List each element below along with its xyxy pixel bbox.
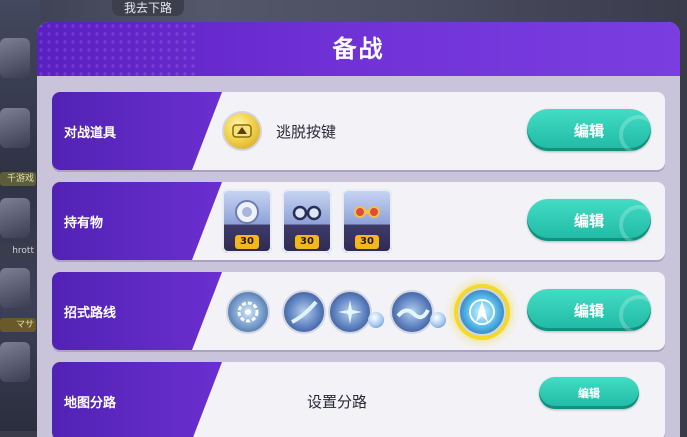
move-upgrade-orb-icon bbox=[430, 312, 446, 328]
edit-button-label: 编辑 bbox=[573, 301, 604, 320]
pokeball-icon bbox=[619, 205, 651, 241]
edit-move-route-button[interactable]: 编辑 bbox=[527, 289, 651, 331]
player-name-chip: マサ bbox=[0, 318, 36, 332]
row-label: 持有物 bbox=[64, 215, 104, 231]
player-avatar bbox=[0, 342, 30, 382]
lane-value: 设置分路 bbox=[307, 393, 368, 411]
row-label: 地图分路 bbox=[64, 395, 117, 411]
item-level-badge: 30 bbox=[235, 235, 259, 249]
battle-item-name: 逃脱按键 bbox=[276, 123, 337, 141]
held-item-slot[interactable]: 30 bbox=[222, 189, 272, 253]
item-level-badge: 30 bbox=[355, 235, 379, 249]
edit-button-label: 编辑 bbox=[578, 387, 600, 400]
unite-move-icon[interactable] bbox=[458, 288, 506, 336]
edit-button-label: 编辑 bbox=[573, 121, 604, 140]
edit-lane-button[interactable]: 编辑 bbox=[539, 377, 639, 409]
burst-move-icon[interactable] bbox=[328, 290, 372, 334]
move-route-row: 招式路线 编辑 bbox=[52, 272, 665, 350]
scope-lens-icon bbox=[235, 200, 259, 224]
player-avatar bbox=[0, 108, 30, 148]
pokeball-icon bbox=[619, 115, 651, 151]
edit-battle-item-button[interactable]: 编辑 bbox=[527, 109, 651, 151]
player-avatar bbox=[0, 38, 30, 78]
chat-bubble: 我去下路 bbox=[112, 0, 185, 16]
player-name-chip: hrott bbox=[0, 244, 36, 258]
preparation-panel: 备战 对战道具 逃脱按键 编辑 持有物 30 30 30 编辑 招式路线 编辑 … bbox=[37, 22, 680, 437]
pokeball-icon bbox=[619, 295, 651, 331]
battle-item-row: 对战道具 逃脱按键 编辑 bbox=[52, 92, 665, 170]
item-level-badge: 30 bbox=[295, 235, 319, 249]
eject-button-icon bbox=[222, 111, 262, 151]
panel-title: 备战 bbox=[332, 35, 385, 63]
glasses-icon bbox=[292, 205, 322, 221]
gear-move-icon[interactable] bbox=[226, 290, 270, 334]
edit-button-label: 编辑 bbox=[573, 211, 604, 230]
move-upgrade-orb-icon bbox=[368, 312, 384, 328]
muscle-band-icon bbox=[354, 206, 380, 218]
player-avatar bbox=[0, 268, 30, 308]
held-item-slot[interactable]: 30 bbox=[282, 189, 332, 253]
player-avatar bbox=[0, 198, 30, 238]
map-lane-row: 地图分路 设置分路 编辑 bbox=[52, 362, 665, 437]
slash-move-icon[interactable] bbox=[282, 290, 326, 334]
row-label: 对战道具 bbox=[64, 125, 117, 141]
held-item-slot[interactable]: 30 bbox=[342, 189, 392, 253]
row-label: 招式路线 bbox=[64, 305, 117, 321]
held-items-row: 持有物 30 30 30 编辑 bbox=[52, 182, 665, 260]
panel-header: 备战 bbox=[37, 22, 680, 76]
wave-move-icon[interactable] bbox=[390, 290, 434, 334]
edit-held-items-button[interactable]: 编辑 bbox=[527, 199, 651, 241]
player-name-chip: 千游戏 bbox=[0, 172, 36, 186]
